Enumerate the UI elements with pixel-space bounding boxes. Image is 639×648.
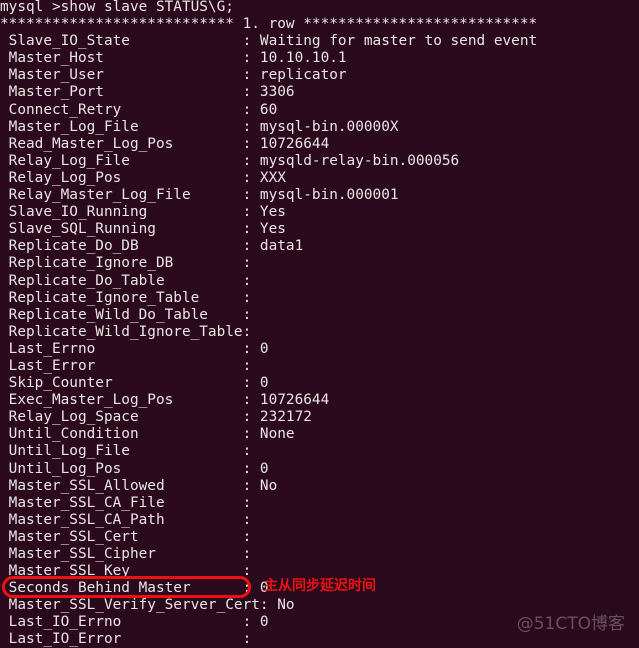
prompt-line: mysql >show slave STATUS\G;: [0, 0, 234, 15]
output-row: Master_SSL_Verify_Server_Cert: No: [0, 597, 295, 614]
output-row: Slave_IO_Running : Yes: [0, 204, 286, 221]
output-row: Until_Log_File :: [0, 443, 252, 460]
output-row: Replicate_Do_Table :: [0, 272, 252, 289]
output-row: Replicate_Ignore_DB :: [0, 255, 252, 272]
output-row: Slave_SQL_Running : Yes: [0, 221, 286, 238]
output-row: Connect_Retry : 60: [0, 101, 278, 118]
output-row: Relay_Log_File : mysqld-relay-bin.000056: [0, 152, 460, 169]
output-row: Replicate_Wild_Ignore_Table:: [0, 323, 252, 340]
output-row: Skip_Counter : 0: [0, 375, 269, 392]
output-row: Until_Condition : None: [0, 426, 295, 443]
output-row: Master_SSL_Cert :: [0, 528, 252, 545]
output-row: Read_Master_Log_Pos : 10726644: [0, 135, 330, 152]
output-row: Master_Log_File : mysql-bin.00000X: [0, 118, 399, 135]
output-row: Exec_Master_Log_Pos : 10726644: [0, 392, 330, 409]
output-row: Until_Log_Pos : 0: [0, 460, 269, 477]
output-row: Replicate_Ignore_Table :: [0, 289, 252, 306]
terminal-output: mysql >show slave STATUS\G; *************…: [0, 0, 639, 648]
output-row: Relay_Log_Space : 232172: [0, 409, 312, 426]
output-row: Master_Host : 10.10.10.1: [0, 50, 347, 67]
terminal-window[interactable]: mysql >show slave STATUS\G; *************…: [0, 0, 639, 648]
output-row: Last_Error :: [0, 357, 252, 374]
output-row: Slave_IO_State : Waiting for master to s…: [0, 33, 538, 50]
output-row: Master_SSL_Cipher :: [0, 546, 252, 562]
output-row: Master_User : replicator: [0, 67, 347, 84]
output-row: Master_Port : 3306: [0, 84, 295, 101]
annotation-label: 主从同步延迟时间: [264, 578, 376, 594]
output-row: Replicate_Do_DB : data1: [0, 238, 304, 255]
output-row: Master_SSL_CA_Path :: [0, 511, 252, 528]
row-separator: *************************** 1. row *****…: [0, 16, 538, 33]
output-row: Master_SSL_CA_File :: [0, 494, 252, 511]
output-row: Replicate_Wild_Do_Table :: [0, 306, 252, 323]
output-row: Last_Errno : 0: [0, 340, 269, 357]
output-row: Master_SSL_Allowed : No: [0, 477, 278, 494]
output-row: Relay_Master_Log_File : mysql-bin.000001: [0, 187, 399, 204]
watermark: @51CTO博客: [516, 614, 625, 634]
output-row: Relay_Log_Pos : XXX: [0, 169, 286, 186]
